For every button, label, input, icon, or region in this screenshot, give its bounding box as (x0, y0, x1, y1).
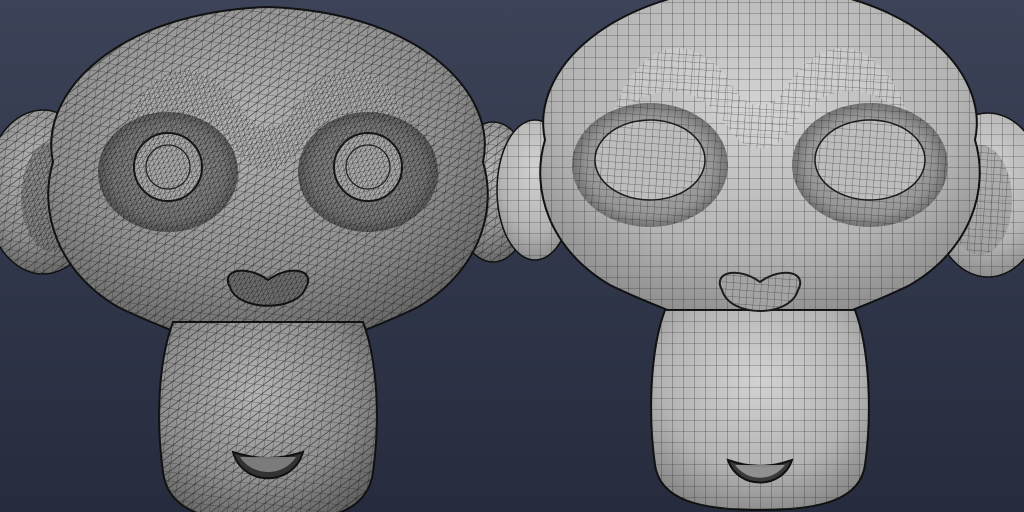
muzzle (158, 321, 378, 512)
right-eyeball (333, 132, 403, 202)
viewport-canvas (0, 0, 1024, 512)
left-eyeball (594, 119, 706, 201)
3d-viewport[interactable] (0, 0, 1024, 512)
left-eyeball (133, 132, 203, 202)
right-eyeball (814, 119, 926, 201)
